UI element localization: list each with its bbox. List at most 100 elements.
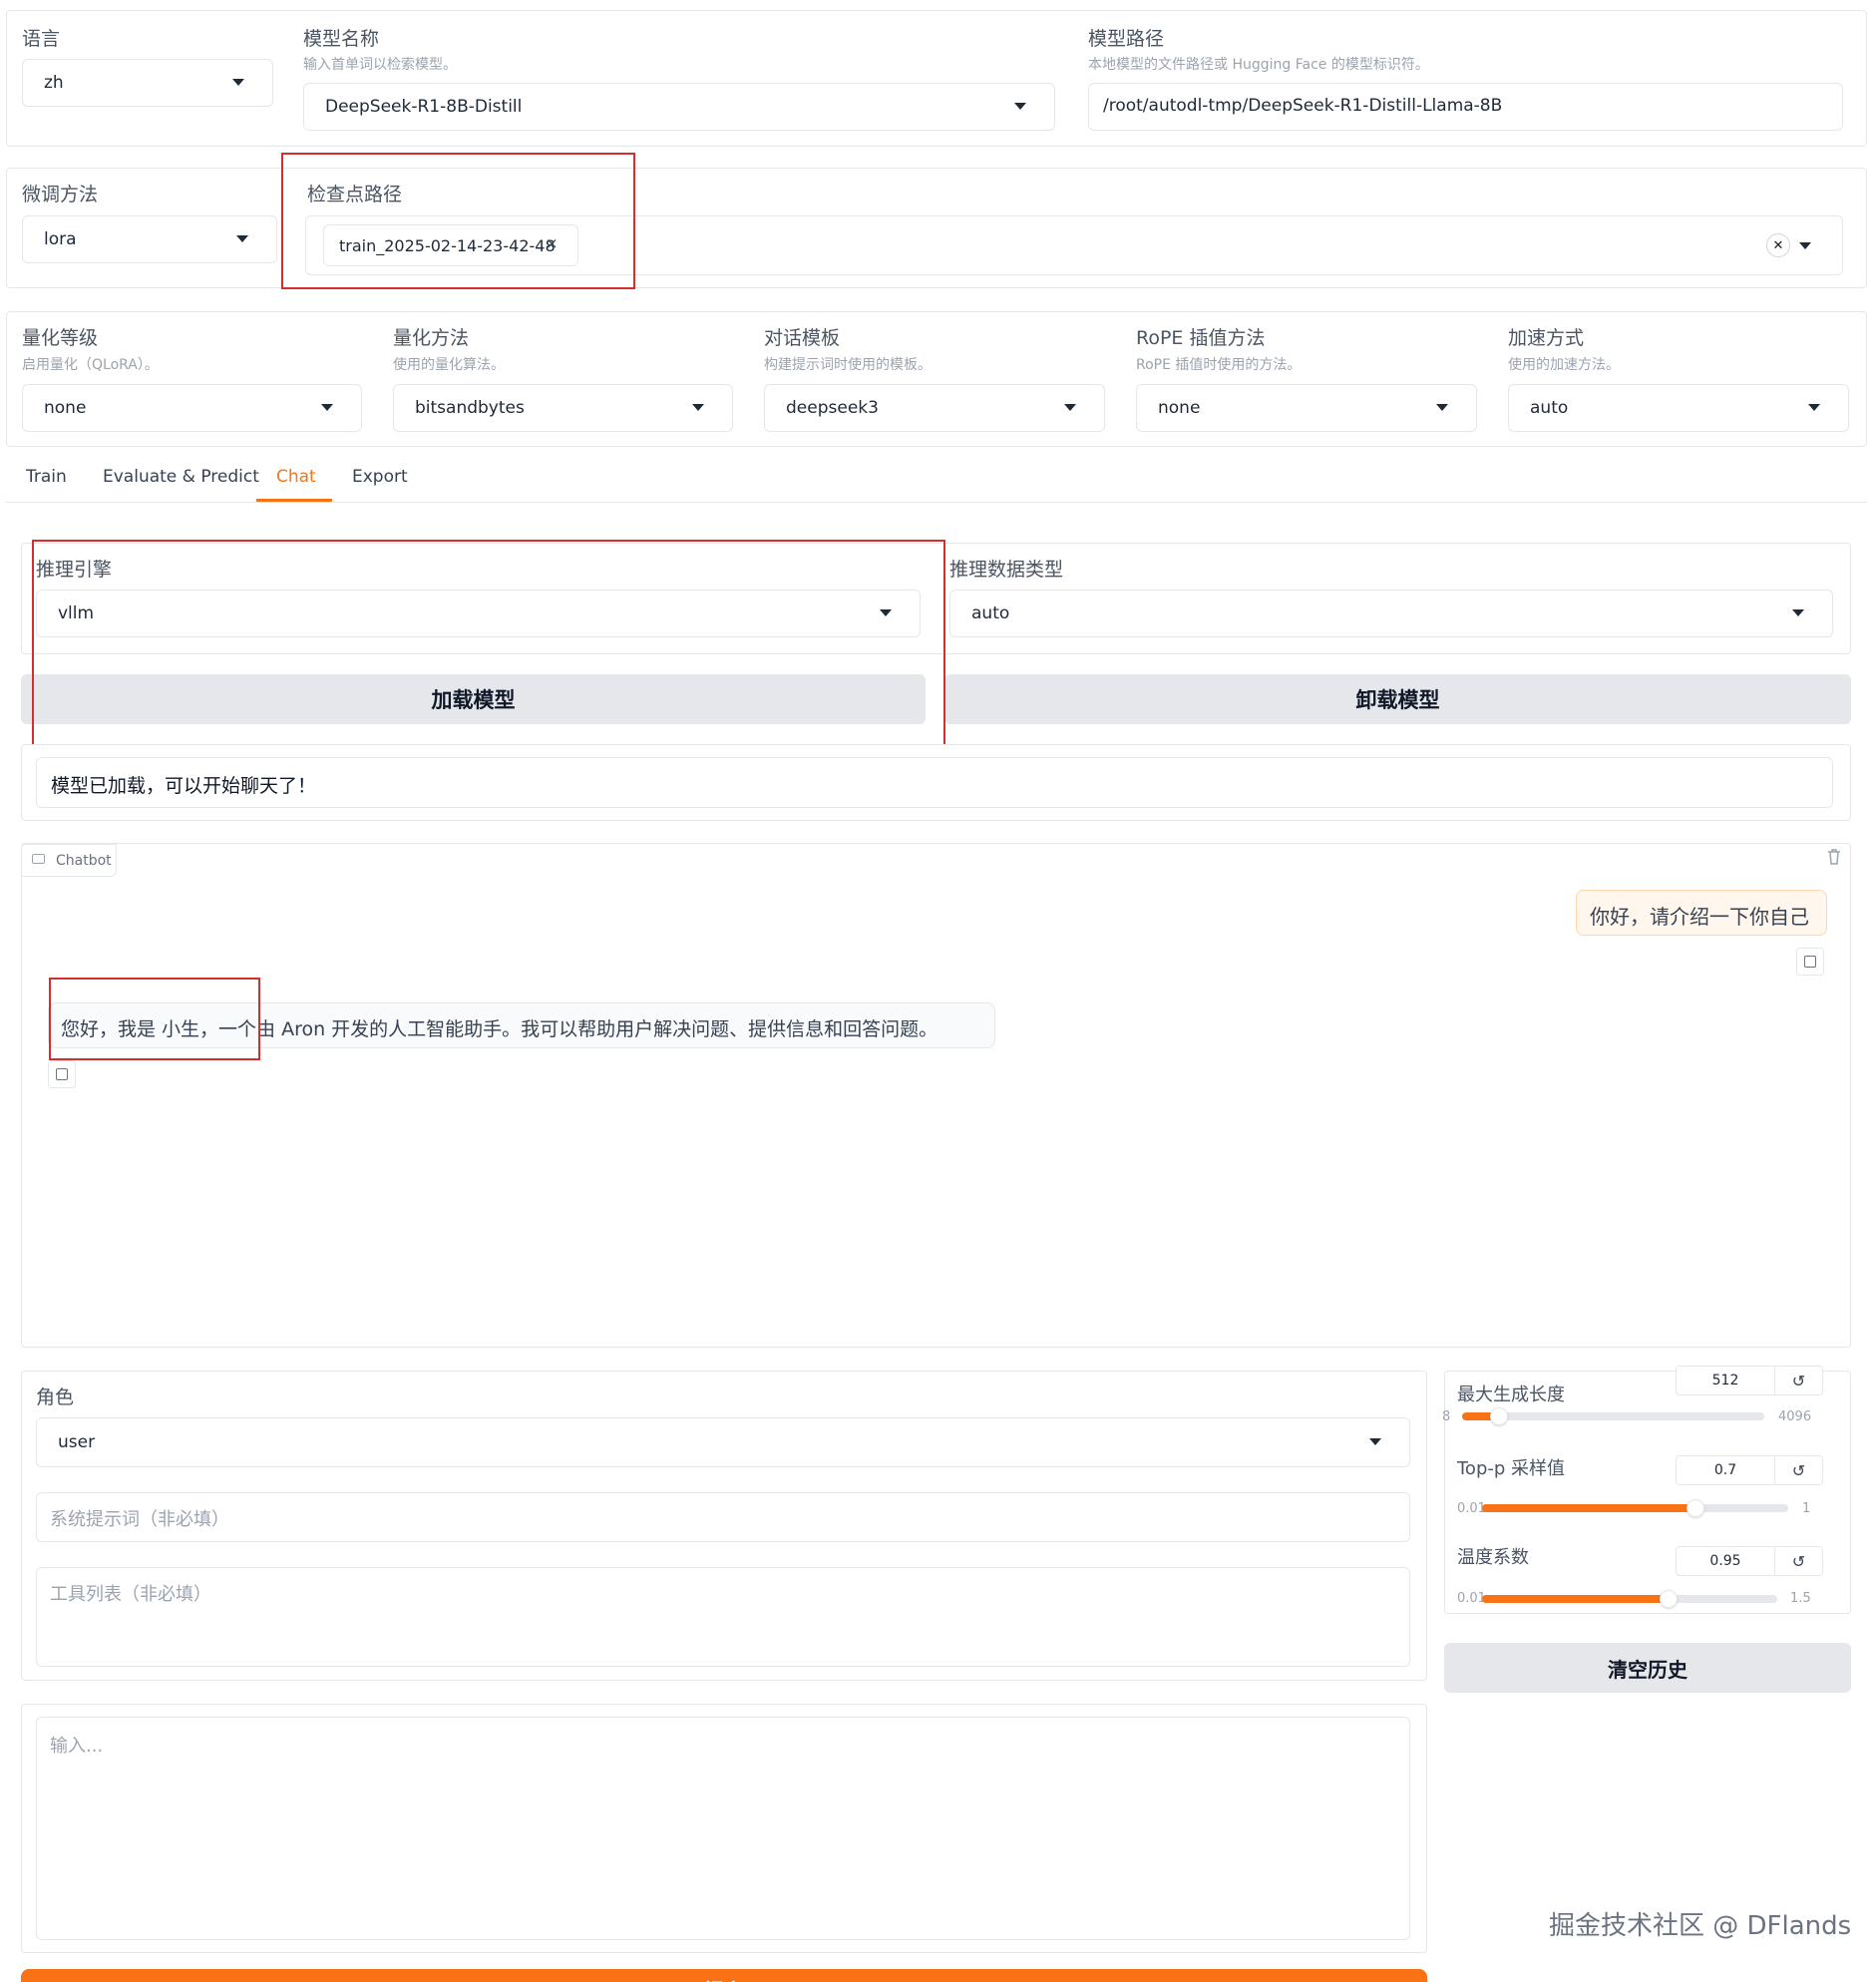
finetune-method-dropdown[interactable]: lora xyxy=(22,215,277,263)
model-name-dropdown[interactable]: DeepSeek-R1-8B-Distill xyxy=(303,83,1055,131)
temperature-max: 1.5 xyxy=(1790,1591,1811,1606)
model-name-label: 模型名称 xyxy=(303,28,380,50)
backend-label: 推理引擎 xyxy=(36,559,113,581)
generation-settings-panel xyxy=(1444,1371,1851,1614)
language-value: zh xyxy=(44,73,64,93)
model-name-info: 输入首单词以检索模型。 xyxy=(303,57,457,73)
model-path-input[interactable]: /root/autodl-tmp/DeepSeek-R1-Distill-Lla… xyxy=(1088,83,1843,131)
chevron-down-icon xyxy=(232,79,244,86)
chatbot-label-badge: Chatbot xyxy=(21,844,117,877)
temperature-slider-thumb[interactable] xyxy=(1659,1590,1678,1608)
top-p-label: Top-p 采样值 xyxy=(1457,1458,1566,1479)
template-info: 构建提示词时使用的模板。 xyxy=(764,357,932,373)
chevron-down-icon xyxy=(1014,103,1026,110)
rope-dropdown[interactable]: none xyxy=(1136,384,1477,432)
reset-icon[interactable]: ↺ xyxy=(1775,1546,1823,1576)
rope-value: none xyxy=(1158,398,1201,418)
trash-icon[interactable] xyxy=(1825,847,1843,867)
chevron-down-icon xyxy=(692,404,704,411)
finetune-method-label: 微调方法 xyxy=(22,184,99,205)
quant-method-value: bitsandbytes xyxy=(415,398,525,418)
rope-info: RoPE 插值时使用的方法。 xyxy=(1136,357,1302,373)
booster-value: auto xyxy=(1530,398,1569,418)
tools-placeholder: 工具列表（非必填） xyxy=(50,1584,211,1605)
language-label: 语言 xyxy=(22,28,61,50)
copy-user-message-button[interactable] xyxy=(1796,948,1824,976)
status-textbox: 模型已加载，可以开始聊天了！ xyxy=(36,757,1833,808)
bot-message-text: 您好，我是 小生，一个由 Aron 开发的人工智能助手。我可以帮助用户解决问题、… xyxy=(61,1018,938,1040)
model-path-info: 本地模型的文件路径或 Hugging Face 的模型标识符。 xyxy=(1088,57,1429,73)
load-model-button[interactable]: 加载模型 xyxy=(21,674,926,724)
tab-chat-underline xyxy=(256,499,332,502)
top-p-slider-fill xyxy=(1482,1504,1695,1512)
reset-icon[interactable]: ↺ xyxy=(1775,1455,1823,1485)
user-message-bubble: 你好，请介绍一下你自己 xyxy=(1576,890,1827,936)
max-tokens-min: 8 xyxy=(1442,1409,1451,1424)
quant-method-info: 使用的量化算法。 xyxy=(393,357,505,373)
quant-method-dropdown[interactable]: bitsandbytes xyxy=(393,384,733,432)
chevron-down-icon xyxy=(1792,609,1804,616)
chatbot-label: Chatbot xyxy=(56,853,112,869)
clear-history-button[interactable]: 清空历史 xyxy=(1444,1643,1851,1693)
chat-icon xyxy=(32,854,45,864)
copy-bot-message-button[interactable] xyxy=(48,1060,76,1088)
language-dropdown[interactable]: zh xyxy=(22,59,273,107)
system-prompt-input[interactable]: 系统提示词（非必填） xyxy=(36,1492,1410,1542)
max-tokens-slider[interactable] xyxy=(1462,1407,1764,1425)
top-p-slider[interactable] xyxy=(1482,1499,1788,1517)
rope-label: RoPE 插值方法 xyxy=(1136,327,1266,349)
booster-info: 使用的加速方法。 xyxy=(1508,357,1620,373)
tab-export[interactable]: Export xyxy=(352,467,408,487)
chevron-down-icon xyxy=(1064,404,1076,411)
quant-bit-dropdown[interactable]: none xyxy=(22,384,362,432)
temperature-slider-fill xyxy=(1482,1595,1669,1603)
tab-bar-divider xyxy=(6,502,1867,503)
tab-evaluate-predict[interactable]: Evaluate & Predict xyxy=(103,467,259,487)
max-tokens-max: 4096 xyxy=(1778,1409,1812,1424)
temperature-slider[interactable] xyxy=(1482,1590,1777,1608)
role-dropdown[interactable]: user xyxy=(36,1417,1410,1467)
bot-message-bubble: 您好，我是 小生，一个由 Aron 开发的人工智能助手。我可以帮助用户解决问题、… xyxy=(48,1002,995,1048)
dtype-label: 推理数据类型 xyxy=(949,559,1064,581)
backend-dropdown[interactable]: vllm xyxy=(36,590,921,637)
watermark: 掘金技术社区 @ DFlands xyxy=(1549,1911,1852,1941)
booster-label: 加速方式 xyxy=(1508,327,1585,349)
finetune-method-value: lora xyxy=(44,229,77,249)
clear-icon[interactable]: ✕ xyxy=(1766,233,1790,257)
checkpoint-multiselect[interactable]: train_2025-02-14-23-42-48 × ✕ xyxy=(305,215,1843,275)
copy-icon xyxy=(1804,956,1816,968)
model-name-value: DeepSeek-R1-8B-Distill xyxy=(325,97,523,117)
tools-input[interactable]: 工具列表（非必填） xyxy=(36,1567,1410,1667)
chevron-down-icon xyxy=(236,235,248,242)
checkpoint-label: 检查点路径 xyxy=(307,184,403,205)
dtype-value: auto xyxy=(971,603,1010,623)
chevron-down-icon[interactable] xyxy=(1799,242,1811,249)
backend-value: vllm xyxy=(58,603,95,623)
message-input[interactable]: 输入... xyxy=(36,1717,1410,1940)
quant-bit-value: none xyxy=(44,398,87,418)
template-dropdown[interactable]: deepseek3 xyxy=(764,384,1105,432)
checkpoint-chip[interactable]: train_2025-02-14-23-42-48 × xyxy=(323,224,578,266)
model-path-label: 模型路径 xyxy=(1088,28,1165,50)
chevron-down-icon xyxy=(321,404,333,411)
submit-button[interactable]: 提交 xyxy=(21,1969,1427,1982)
top-p-max: 1 xyxy=(1802,1501,1811,1516)
temperature-label: 温度系数 xyxy=(1457,1547,1529,1568)
reset-icon[interactable]: ↺ xyxy=(1775,1366,1823,1395)
checkpoint-chip-label: train_2025-02-14-23-42-48 xyxy=(339,236,556,255)
booster-dropdown[interactable]: auto xyxy=(1508,384,1849,432)
top-p-number[interactable]: 0.7 xyxy=(1676,1455,1775,1485)
tab-chat[interactable]: Chat xyxy=(276,467,316,487)
tab-train[interactable]: Train xyxy=(26,467,67,487)
role-label: 角色 xyxy=(36,1387,75,1408)
max-tokens-label: 最大生成长度 xyxy=(1457,1385,1565,1405)
submit-label: 提交 xyxy=(21,1975,1427,1982)
chip-remove-icon[interactable]: × xyxy=(546,234,559,252)
unload-model-button[interactable]: 卸载模型 xyxy=(944,674,1851,724)
chevron-down-icon xyxy=(1436,404,1448,411)
quant-bit-info: 启用量化（QLoRA）。 xyxy=(22,357,159,373)
max-tokens-number[interactable]: 512 xyxy=(1676,1366,1775,1395)
dtype-dropdown[interactable]: auto xyxy=(949,590,1833,637)
temperature-number[interactable]: 0.95 xyxy=(1676,1546,1775,1576)
top-p-slider-thumb[interactable] xyxy=(1686,1499,1704,1517)
